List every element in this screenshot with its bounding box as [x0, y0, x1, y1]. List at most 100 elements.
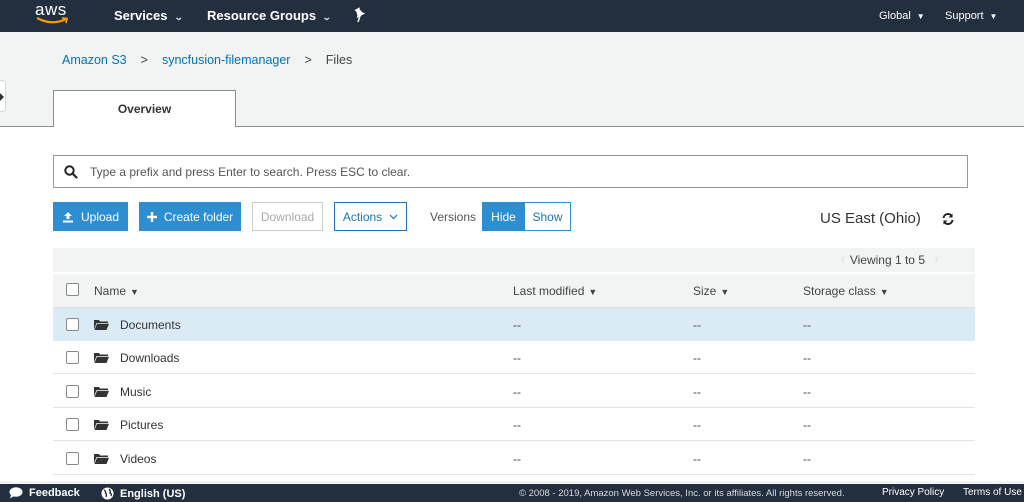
pagination-text: Viewing 1 to 5 — [849, 253, 925, 267]
top-navigation-bar: aws Services ⌄ Resource Groups ⌄ Global ▼ S… — [0, 0, 1024, 32]
support-label: Support — [945, 10, 984, 22]
upload-button[interactable]: Upload — [53, 202, 128, 231]
row-checkbox[interactable] — [66, 451, 79, 465]
pushpin-icon[interactable] — [353, 7, 367, 23]
table-row[interactable]: Videos -- -- -- — [53, 441, 975, 475]
select-all-checkbox[interactable] — [66, 283, 79, 296]
next-page-icon[interactable]: › — [935, 251, 939, 266]
download-label: Download — [260, 209, 315, 224]
chevron-down-icon — [389, 214, 398, 219]
table-row[interactable]: Downloads -- -- -- — [53, 341, 975, 375]
breadcrumb-current: Files — [325, 53, 353, 67]
sort-caret-icon: ▼ — [130, 287, 139, 297]
aws-logo[interactable]: aws — [34, 0, 72, 28]
column-header-name[interactable]: Name ▼ — [94, 284, 139, 298]
refresh-icon[interactable] — [941, 212, 955, 226]
language-selector[interactable]: English (US) — [101, 487, 185, 500]
folder-open-icon — [94, 353, 109, 364]
previous-page-icon[interactable]: ‹ — [841, 251, 845, 266]
table-row[interactable]: Documents -- -- -- — [53, 308, 975, 341]
resource-groups-label: Resource Groups — [207, 8, 317, 23]
caret-down-icon: ▼ — [989, 12, 998, 21]
folder-name-link[interactable]: Downloads — [120, 351, 179, 365]
search-icon — [64, 165, 78, 179]
folder-open-icon — [94, 420, 109, 431]
versions-show-button[interactable]: Show — [524, 202, 571, 231]
breadcrumb-separator: > — [140, 53, 148, 67]
sort-caret-icon: ▼ — [879, 287, 889, 297]
actions-dropdown[interactable]: Actions — [334, 202, 407, 231]
global-region-menu[interactable]: Global ▼ — [879, 10, 925, 22]
size-cell: -- — [693, 451, 701, 466]
folder-name-link[interactable]: Videos — [120, 452, 156, 466]
table-row[interactable]: Pictures -- -- -- — [53, 408, 975, 442]
column-last-modified-label: Last modified — [513, 284, 585, 298]
table-header: Name ▼ Last modified ▼ Size ▼ Storage class… — [53, 274, 975, 308]
storage-class-cell: -- — [803, 384, 811, 399]
globe-icon — [101, 487, 114, 500]
sort-caret-icon: ▼ — [720, 287, 730, 297]
size-cell: -- — [693, 384, 701, 399]
last-modified-cell: -- — [513, 384, 521, 399]
region-label: US East (Ohio) — [820, 210, 921, 227]
last-modified-cell: -- — [513, 418, 521, 433]
column-name-label: Name — [94, 284, 127, 298]
column-header-storage-class[interactable]: Storage class ▼ — [803, 284, 889, 298]
actions-label: Actions — [342, 209, 383, 224]
row-checkbox[interactable] — [66, 318, 79, 331]
chevron-down-icon: ⌄ — [321, 12, 332, 22]
sort-caret-icon: ▼ — [588, 287, 598, 297]
row-checkbox[interactable] — [66, 418, 79, 432]
folder-open-icon — [94, 453, 109, 464]
services-menu[interactable]: Services ⌄ — [114, 8, 183, 23]
breadcrumb-bucket[interactable]: syncfusion-filemanager — [162, 53, 291, 67]
folder-open-icon — [94, 386, 109, 397]
search-box — [53, 155, 968, 188]
storage-class-cell: -- — [803, 418, 811, 433]
breadcrumb-amazon-s3[interactable]: Amazon S3 — [62, 53, 127, 67]
hide-label: Hide — [491, 209, 516, 224]
footer: Feedback English (US) © 2008 - 2019, Ama… — [0, 484, 1024, 502]
versions-label: Versions — [430, 210, 477, 224]
column-header-last-modified[interactable]: Last modified ▼ — [513, 284, 597, 298]
row-checkbox[interactable] — [66, 384, 79, 398]
tab-overview[interactable]: Overview — [53, 90, 236, 127]
copyright-text: © 2008 - 2019, Amazon Web Services, Inc.… — [519, 488, 845, 499]
table-row[interactable]: Music -- -- -- — [53, 374, 975, 408]
last-modified-cell: -- — [513, 318, 521, 332]
size-cell: -- — [693, 318, 701, 332]
plus-icon — [146, 211, 157, 222]
folder-name-link[interactable]: Documents — [120, 318, 181, 332]
sidebar-toggle[interactable] — [0, 80, 6, 112]
row-checkbox[interactable] — [66, 351, 79, 365]
versions-hide-button[interactable]: Hide — [482, 202, 525, 231]
breadcrumb: Amazon S3 > syncfusion-filemanager > Files — [62, 53, 352, 67]
speech-bubble-icon — [9, 487, 23, 499]
folder-open-icon — [94, 320, 109, 330]
show-label: Show — [532, 209, 563, 224]
terms-of-use-link[interactable]: Terms of Use — [963, 487, 1022, 498]
size-cell: -- — [693, 351, 701, 366]
feedback-label: Feedback — [29, 487, 80, 499]
column-storage-class-label: Storage class — [803, 284, 876, 298]
download-button[interactable]: Download — [252, 202, 323, 231]
language-label: English (US) — [120, 487, 186, 500]
column-size-label: Size — [693, 284, 717, 298]
storage-class-cell: -- — [803, 318, 811, 332]
feedback-link[interactable]: Feedback — [9, 487, 80, 499]
upload-label: Upload — [80, 209, 120, 224]
folder-name-link[interactable]: Music — [120, 385, 151, 399]
privacy-policy-link[interactable]: Privacy Policy — [882, 487, 944, 498]
resource-groups-menu[interactable]: Resource Groups ⌄ — [207, 8, 332, 23]
column-header-size[interactable]: Size ▼ — [693, 284, 729, 298]
arrow-right-icon — [0, 93, 4, 101]
pagination-bar: ‹ Viewing 1 to 5 › — [53, 248, 975, 272]
support-menu[interactable]: Support ▼ — [945, 10, 997, 22]
create-folder-button[interactable]: Create folder — [139, 202, 241, 231]
folder-name-link[interactable]: Pictures — [120, 418, 163, 432]
last-modified-cell: -- — [513, 451, 521, 466]
search-input[interactable] — [90, 156, 950, 187]
last-modified-cell: -- — [513, 351, 521, 366]
storage-class-cell: -- — [803, 451, 811, 466]
create-folder-label: Create folder — [163, 209, 234, 224]
